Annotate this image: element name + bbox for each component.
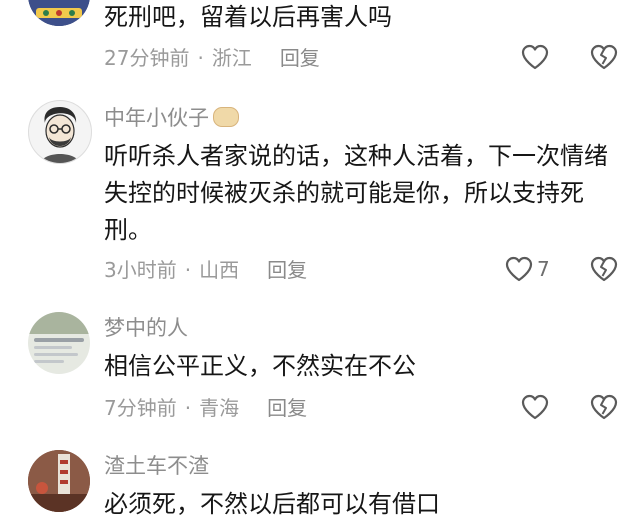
username[interactable]: 梦中的人: [104, 315, 188, 341]
username-text: 梦中的人: [104, 316, 188, 340]
meta-separator: ·: [197, 46, 204, 70]
like-button[interactable]: 7: [505, 256, 550, 282]
username-text: 中年小伙子: [104, 106, 209, 130]
broken-heart-icon: [590, 256, 618, 282]
dislike-button[interactable]: [590, 394, 618, 420]
broken-heart-icon: [590, 44, 618, 70]
comment-meta: 3小时前 · 山西 回复: [104, 258, 307, 282]
username-text: 渣土车不渣: [104, 454, 209, 478]
comment-text: 死刑吧，留着以后再害人吗: [104, 3, 392, 31]
dislike-button[interactable]: [590, 44, 618, 70]
heart-icon: [521, 44, 549, 70]
comment-location: 青海: [199, 396, 240, 420]
avatar[interactable]: [28, 450, 90, 512]
user-badge-icon: [213, 107, 239, 127]
username[interactable]: 中年小伙子: [104, 105, 239, 131]
comment-text: 必须死，不然以后都可以有借口: [104, 490, 440, 518]
avatar[interactable]: [28, 312, 90, 374]
avatar[interactable]: [28, 0, 90, 26]
comment-text: 相信公平正义，不然实在不公: [104, 352, 416, 380]
comment-time: 27分钟前: [104, 46, 190, 70]
comment-text: 听听杀人者家说的话，这种人活着，下一次情绪失控的时候被灭杀的就可能是你，所以支持…: [104, 142, 608, 244]
comment-time: 7分钟前: [104, 396, 177, 420]
like-count: 7: [537, 257, 550, 281]
avatar[interactable]: [28, 100, 92, 164]
meta-separator: ·: [184, 258, 192, 282]
meta-separator: ·: [184, 396, 192, 420]
heart-icon: [505, 256, 533, 282]
comment-location: 浙江: [211, 46, 252, 70]
comment-meta: 27分钟前 · 浙江 回复: [104, 46, 320, 70]
like-button[interactable]: [521, 44, 553, 70]
comment-time: 3小时前: [104, 258, 177, 282]
heart-icon: [521, 394, 549, 420]
username[interactable]: 渣土车不渣: [104, 453, 209, 479]
reply-button[interactable]: 回复: [280, 46, 320, 70]
reply-button[interactable]: 回复: [267, 258, 307, 282]
broken-heart-icon: [590, 394, 618, 420]
like-button[interactable]: [521, 394, 553, 420]
comment-location: 山西: [199, 258, 240, 282]
reply-button[interactable]: 回复: [267, 396, 307, 420]
comment-meta: 7分钟前 · 青海 回复: [104, 396, 307, 420]
dislike-button[interactable]: [590, 256, 618, 282]
